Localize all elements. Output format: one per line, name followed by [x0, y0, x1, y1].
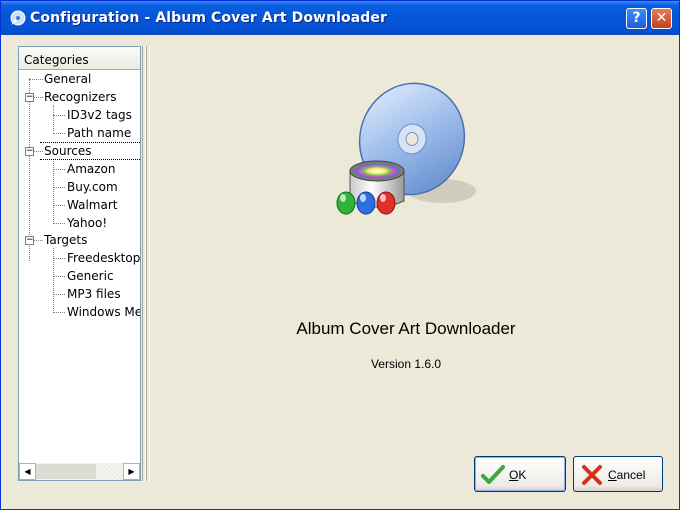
- panel-splitter[interactable]: [142, 46, 150, 481]
- tree-connector: [53, 276, 65, 277]
- tree-connector: [53, 133, 65, 134]
- sources-collapse-toggle[interactable]: −: [25, 147, 34, 156]
- tree-item-mp3-files[interactable]: MP3 files: [67, 286, 121, 303]
- close-button[interactable]: ✕: [651, 8, 672, 29]
- cd-app-icon: [10, 10, 26, 26]
- tree-item-id3v2-tags[interactable]: ID3v2 tags: [67, 107, 132, 124]
- tree-item-targets[interactable]: Targets: [44, 232, 87, 249]
- tree-item-freedesktop[interactable]: Freedesktop.org: [67, 250, 140, 267]
- tree-item-yahoo[interactable]: Yahoo!: [67, 215, 107, 232]
- red-x-icon: [582, 465, 602, 485]
- tree-item-amazon[interactable]: Amazon: [67, 161, 116, 178]
- tree-connector: [53, 258, 65, 259]
- help-button[interactable]: ?: [626, 8, 647, 29]
- tree-connector: [33, 97, 43, 98]
- recognizers-collapse-toggle[interactable]: −: [25, 93, 34, 102]
- scrollbar-track[interactable]: [96, 463, 123, 480]
- tree-connector: [53, 223, 65, 224]
- cd-with-paint-bucket-icon: [336, 82, 476, 215]
- tree-item-windows-media-player[interactable]: Windows Media Player: [67, 304, 140, 321]
- tree-horizontal-scrollbar[interactable]: ◀ ▶: [19, 463, 140, 480]
- tree-connector: [53, 105, 54, 131]
- tree-item-walmart[interactable]: Walmart: [67, 197, 117, 214]
- ok-label: OK: [509, 468, 527, 482]
- title-bar[interactable]: Configuration - Album Cover Art Download…: [1, 1, 679, 35]
- tree-connector: [53, 169, 65, 170]
- tree-connector: [53, 115, 65, 116]
- window-title: Configuration - Album Cover Art Download…: [30, 10, 388, 26]
- tree-connector: [53, 312, 65, 313]
- tree-item-buy-com[interactable]: Buy.com: [67, 179, 118, 196]
- tree-connector: [29, 79, 43, 80]
- scroll-right-button[interactable]: ▶: [123, 463, 140, 480]
- scrollbar-thumb[interactable]: [36, 464, 96, 479]
- ok-button[interactable]: OK: [474, 456, 566, 492]
- tree-item-recognizers[interactable]: Recognizers: [44, 89, 117, 106]
- tree-connector: [29, 78, 30, 261]
- dialog-body: Categories − − − General Recognizers ID3…: [1, 35, 679, 509]
- configuration-window: Configuration - Album Cover Art Download…: [0, 0, 680, 510]
- targets-collapse-toggle[interactable]: −: [25, 236, 34, 245]
- tree-connector: [53, 205, 65, 206]
- about-version: Version 1.6.0: [370, 357, 442, 371]
- tree-connector: [33, 240, 43, 241]
- tree-connector: [53, 294, 65, 295]
- tree-connector: [53, 187, 65, 188]
- tree-item-general[interactable]: General: [44, 71, 91, 88]
- cancel-button[interactable]: Cancel: [573, 456, 663, 492]
- about-app-name: Album Cover Art Downloader: [296, 319, 516, 338]
- green-checkmark-icon: [481, 465, 505, 484]
- tree-item-sources[interactable]: Sources: [44, 143, 91, 160]
- categories-tree[interactable]: Categories − − − General Recognizers ID3…: [18, 46, 141, 481]
- tree-item-generic[interactable]: Generic: [67, 268, 114, 285]
- cancel-label: Cancel: [608, 468, 646, 482]
- categories-header: Categories: [19, 47, 140, 70]
- tree-item-path-name[interactable]: Path name: [67, 125, 131, 142]
- scroll-left-button[interactable]: ◀: [19, 463, 36, 480]
